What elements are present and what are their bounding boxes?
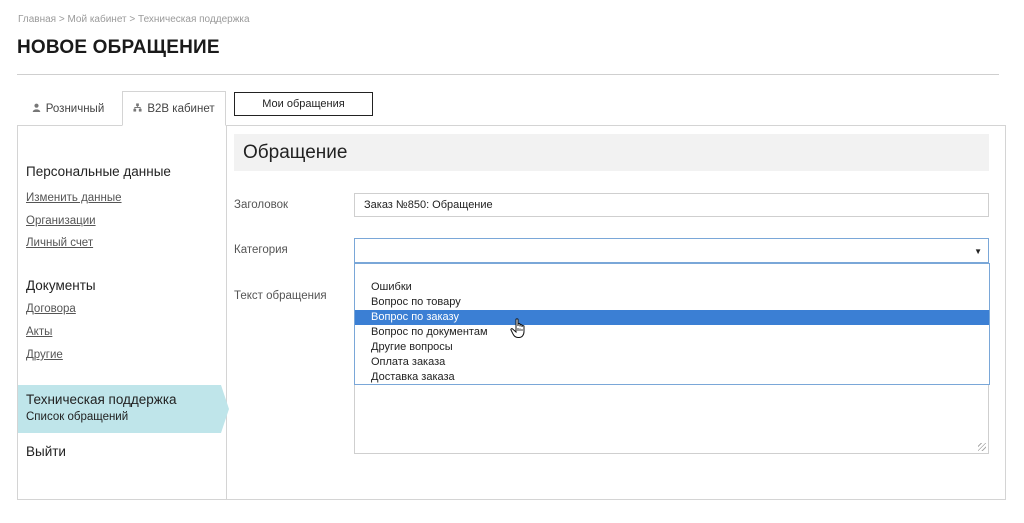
sidebar-link-other[interactable]: Другие [26, 349, 63, 361]
person-icon [32, 103, 41, 115]
sidebar-link-organizations[interactable]: Организации [26, 215, 96, 227]
sidebar-link-contracts[interactable]: Договора [26, 303, 76, 315]
dropdown-option[interactable]: Вопрос по товару [355, 295, 989, 310]
sidebar-link-edit-data[interactable]: Изменить данные [26, 192, 122, 204]
dropdown-option-highlighted[interactable]: Вопрос по заказу [355, 310, 989, 325]
tab-retail[interactable]: Розничный [18, 91, 118, 126]
sidebar-active-title: Техническая поддержка [26, 392, 177, 407]
category-label: Категория [234, 244, 288, 256]
org-icon [133, 102, 142, 115]
tab-b2b[interactable]: B2B кабинет [122, 91, 226, 126]
resize-handle-icon[interactable] [978, 443, 986, 451]
chevron-down-icon: ▼ [974, 247, 982, 256]
form-header: Обращение [234, 134, 989, 171]
sidebar-item-support[interactable]: Техническая поддержка Список обращений [18, 385, 229, 433]
category-select[interactable]: ▼ [354, 238, 989, 263]
title-label: Заголовок [234, 199, 289, 211]
divider [17, 74, 999, 75]
page-title: НОВОЕ ОБРАЩЕНИЕ [17, 37, 220, 58]
sidebar-link-personal-account[interactable]: Личный счет [26, 237, 93, 249]
dropdown-option[interactable]: Доставка заказа [355, 370, 989, 385]
sidebar-heading-documents: Документы [26, 278, 96, 293]
sidebar-heading-personal: Персональные данные [26, 164, 171, 179]
my-requests-button[interactable]: Мои обращения [234, 92, 373, 116]
dropdown-option[interactable]: Другие вопросы [355, 340, 989, 355]
dropdown-option[interactable]: Ошибки [355, 280, 989, 295]
dropdown-option[interactable]: Вопрос по документам [355, 325, 989, 340]
tab-label: B2B кабинет [147, 102, 215, 115]
hand-cursor-icon [510, 318, 528, 345]
breadcrumb[interactable]: Главная > Мой кабинет > Техническая подд… [18, 14, 250, 25]
sidebar-divider [226, 125, 227, 500]
dropdown-option[interactable] [355, 265, 989, 280]
title-input-value: Заказ №850: Обращение [364, 199, 493, 211]
form-title: Обращение [243, 142, 348, 163]
dropdown-option[interactable]: Оплата заказа [355, 355, 989, 370]
text-label: Текст обращения [234, 290, 327, 302]
title-input[interactable]: Заказ №850: Обращение [354, 193, 989, 217]
tab-label: Розничный [45, 102, 105, 115]
category-dropdown: Ошибки Вопрос по товару Вопрос по заказу… [354, 263, 990, 385]
sidebar-link-request-list[interactable]: Список обращений [26, 411, 128, 423]
sidebar-link-acts[interactable]: Акты [26, 326, 52, 338]
logout-link[interactable]: Выйти [26, 444, 66, 459]
